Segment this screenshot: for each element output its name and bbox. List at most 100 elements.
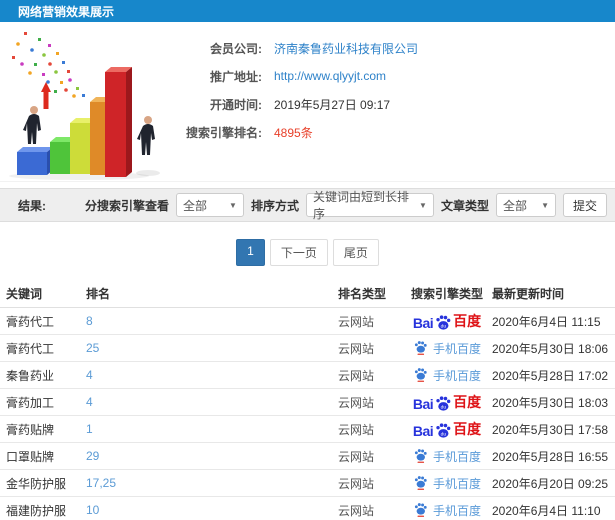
businessman-right (137, 116, 155, 155)
baidu-pc-logo: Bai du 百度 (413, 392, 481, 412)
baidu-paw-icon: du (436, 396, 451, 411)
page-button-current[interactable]: 1 (236, 239, 265, 266)
rank-link[interactable]: 4 (86, 368, 93, 382)
baidu-pc-logo: Bai du 百度 (413, 311, 481, 331)
engine-cell: 手机百度 (402, 448, 492, 465)
baidu-cn-text: 百度 (453, 421, 482, 437)
engine-cell: 手机百度 (402, 340, 492, 357)
info-row-rank-count: 搜索引擎排名: 4895条 (174, 118, 418, 146)
rank-link[interactable]: 17,25 (86, 476, 116, 490)
article-type-select[interactable]: 全部 ▼ (495, 193, 556, 217)
updated-cell: 2020年6月4日 11:15 (492, 314, 601, 329)
mobile-baidu-paw-icon (414, 341, 427, 355)
open-time-label: 开通时间: (210, 97, 262, 112)
results-table: 关键词 排名 排名类型 搜索引擎类型 最新更新时间 膏药代工 8 云网站 Bai… (0, 280, 615, 520)
baidu-du-text: du (441, 323, 447, 329)
header-rank-type: 排名类型 (338, 287, 387, 301)
keyword-cell: 秦鲁药业 (6, 368, 55, 383)
table-row: 秦鲁药业 4 云网站 手机百度 2020年5月28日 17:02 (0, 362, 615, 389)
keyword-cell: 金华防护服 (6, 476, 67, 491)
promo-url-link[interactable]: http://www.qlyyjt.com (274, 69, 386, 83)
member-info-fields: 会员公司: 济南秦鲁药业科技有限公司 推广地址: http://www.qlyy… (174, 30, 418, 175)
mobile-baidu-label: 手机百度 (432, 476, 481, 491)
info-row-open-time: 开通时间: 2019年5月27日 09:17 (174, 90, 418, 118)
baidu-cn-text: 百度 (453, 313, 482, 329)
updated-cell: 2020年5月28日 17:02 (492, 368, 609, 383)
table-row: 膏药代工 25 云网站 手机百度 2020年5月30日 18:06 (0, 335, 615, 362)
header-updated: 最新更新时间 (492, 287, 565, 301)
rank-link[interactable]: 29 (86, 449, 99, 463)
engine-select-value: 全部 (182, 198, 207, 213)
rank-link[interactable]: 4 (86, 395, 93, 409)
header-rank: 排名 (86, 287, 111, 301)
table-row: 膏药代工 8 云网站 Bai du 百度 2020年6月4日 11:15 (0, 308, 615, 335)
table-row: 金华防护服 17,25 云网站 手机百度 2020年6月20日 09:25 (0, 470, 615, 497)
filter-controls: 分搜索引擎查看 全部 ▼ 排序方式 关键词由短到长排序 ▼ 文章类型 全部 ▼ … (84, 190, 607, 221)
rank-type-cell: 云网站 (338, 422, 375, 437)
baidu-bai-text: Bai (412, 315, 434, 331)
rank-link[interactable]: 1 (86, 422, 93, 436)
table-row: 口罩贴牌 29 云网站 手机百度 2020年5月28日 16:55 (0, 443, 615, 470)
table-row: 膏药加工 4 云网站 Bai du 百度 2020年5月30日 18:03 (0, 389, 615, 416)
mobile-baidu-label: 手机百度 (432, 449, 481, 464)
engine-cell: Bai du 百度 (402, 419, 492, 439)
rank-type-cell: 云网站 (338, 503, 375, 518)
keyword-cell: 膏药代工 (6, 314, 55, 329)
table-row: 福建防护服 10 云网站 手机百度 2020年6月4日 11:10 (0, 497, 615, 520)
engine-cell: Bai du 百度 (402, 392, 492, 412)
engine-cell: Bai du 百度 (402, 311, 492, 331)
updated-cell: 2020年6月4日 11:10 (492, 503, 601, 518)
updated-cell: 2020年6月20日 09:25 (492, 476, 609, 491)
mobile-baidu-label: 手机百度 (432, 503, 481, 518)
keyword-cell: 膏药贴牌 (6, 422, 55, 437)
keyword-cell: 膏药代工 (6, 341, 55, 356)
header-keyword: 关键词 (6, 287, 43, 301)
pagination: 1 下一页 尾页 (0, 239, 615, 266)
company-label: 会员公司: (210, 41, 262, 56)
baidu-mobile-logo: 手机百度 (413, 448, 481, 465)
mobile-baidu-paw-icon (414, 449, 427, 463)
engine-filter-label: 分搜索引擎查看 (84, 198, 169, 213)
updated-cell: 2020年5月30日 18:03 (492, 395, 609, 410)
sort-filter-label: 排序方式 (250, 198, 299, 213)
baidu-pc-logo: Bai du 百度 (413, 419, 481, 439)
rank-link[interactable]: 10 (86, 503, 99, 517)
rank-link[interactable]: 8 (86, 314, 93, 328)
baidu-du-text: du (441, 431, 447, 437)
mobile-baidu-label: 手机百度 (432, 368, 481, 383)
baidu-cn-text: 百度 (453, 394, 482, 410)
submit-button[interactable]: 提交 (562, 193, 607, 217)
rank-type-cell: 云网站 (338, 341, 375, 356)
baidu-paw-icon: du (436, 315, 451, 330)
baidu-mobile-logo: 手机百度 (413, 475, 481, 492)
businessman-left (23, 106, 41, 144)
updated-cell: 2020年5月30日 17:58 (492, 422, 609, 437)
up-arrow (41, 82, 51, 109)
article-type-select-value: 全部 (502, 198, 527, 213)
sort-select[interactable]: 关键词由短到长排序 ▼ (305, 190, 434, 221)
table-body: 膏药代工 8 云网站 Bai du 百度 2020年6月4日 11:15 膏药代… (0, 308, 615, 520)
chevron-down-icon: ▼ (541, 200, 549, 210)
sort-select-value: 关键词由短到长排序 (312, 190, 409, 221)
chevron-down-icon: ▼ (229, 200, 237, 210)
engine-cell: 手机百度 (402, 367, 492, 384)
rank-type-cell: 云网站 (338, 395, 375, 410)
info-row-url: 推广地址: http://www.qlyyjt.com (174, 62, 418, 90)
updated-cell: 2020年5月30日 18:06 (492, 341, 609, 356)
rank-count-value: 4895条 (274, 125, 313, 140)
next-page-button[interactable]: 下一页 (269, 239, 328, 266)
rank-type-cell: 云网站 (338, 449, 375, 464)
mobile-baidu-paw-icon (414, 368, 427, 382)
baidu-mobile-logo: 手机百度 (413, 502, 481, 519)
rank-link[interactable]: 25 (86, 341, 99, 355)
rank-type-cell: 云网站 (338, 368, 375, 383)
engine-cell: 手机百度 (402, 475, 492, 492)
engine-select[interactable]: 全部 ▼ (175, 193, 244, 217)
article-type-label: 文章类型 (440, 198, 489, 213)
page-title: 网络营销效果展示 (18, 4, 115, 19)
rank-type-cell: 云网站 (338, 476, 375, 491)
company-name-link[interactable]: 济南秦鲁药业科技有限公司 (274, 40, 418, 57)
baidu-mobile-logo: 手机百度 (413, 367, 481, 384)
last-page-button[interactable]: 尾页 (332, 239, 379, 266)
mobile-baidu-label: 手机百度 (432, 341, 481, 356)
